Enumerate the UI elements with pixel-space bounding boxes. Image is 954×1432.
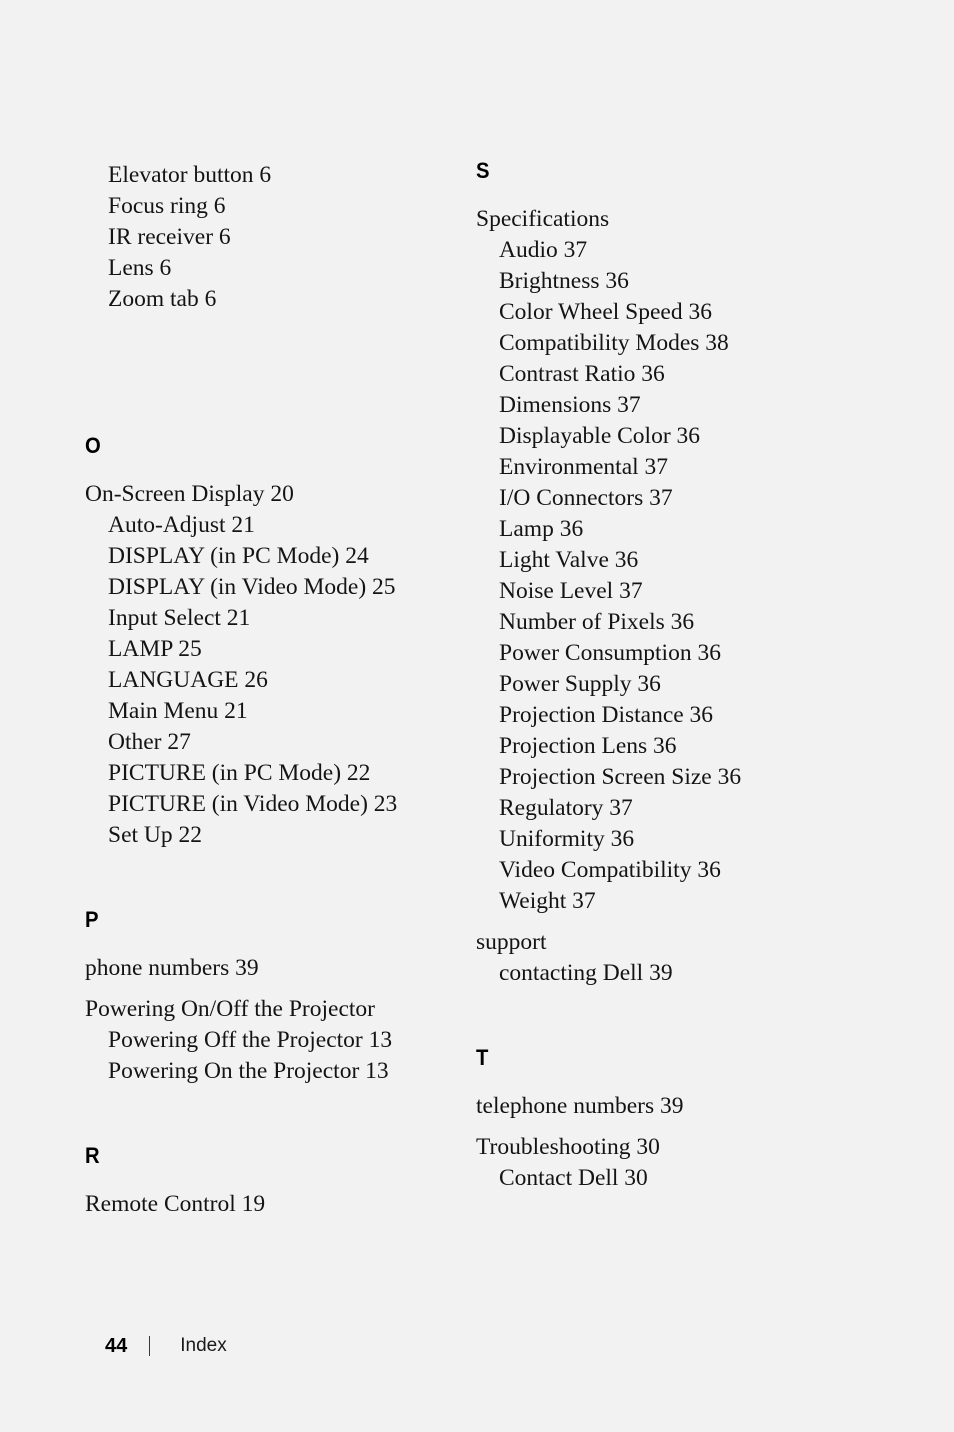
index-column-left: Elevator button 6 Focus ring 6 IR receiver… [85,160,455,1220]
index-subentry: DISPLAY (in Video Mode) 25 [108,574,396,600]
index-subentry: Input Select 21 [108,605,251,631]
index-subentry: DISPLAY (in PC Mode) 24 [108,543,369,569]
index-entry: telephone numbers 39 [476,1093,684,1119]
index-entry: On-Screen Display 20 [85,481,294,507]
index-subentry: Projection Screen Size 36 [499,764,742,790]
index-entry-group: support contacting Dell 39 [476,927,856,989]
index-subentry: Main Menu 21 [108,698,248,724]
index-subentry: Projection Lens 36 [499,733,677,759]
index-subentry: LAMP 25 [108,636,202,662]
index-subentry: Powering Off the Projector 13 [108,1027,393,1053]
index-entry-group: Specifications Audio 37 Brightness 36 Color… [476,204,856,917]
index-subentry: Brightness 36 [499,268,629,294]
index-subentry: Video Compatibility 36 [499,857,721,883]
section-letter-s: S [476,158,490,183]
index-entry: support [476,929,547,955]
index-entry-group: phone numbers 39 [85,953,455,984]
index-subentry: IR receiver 6 [108,224,231,250]
index-subentry: Focus ring 6 [108,193,226,219]
index-entry: Troubleshooting 30 [476,1134,660,1160]
section-letter-t: T [476,1045,489,1070]
index-entry: phone numbers 39 [85,955,259,981]
index-subentry: Set Up 22 [108,822,202,848]
section-letter-r: R [85,1143,100,1168]
index-subentry: PICTURE (in PC Mode) 22 [108,760,371,786]
index-entry: Remote Control 19 [85,1191,266,1217]
footer-divider [149,1336,151,1356]
index-subentry: Zoom tab 6 [108,286,217,312]
index-entry: Powering On/Off the Projector [85,996,375,1022]
index-subentry: Light Valve 36 [499,547,639,573]
section-letter-p: P [85,907,99,932]
section-letter-o: O [85,433,101,458]
index-subentry: Noise Level 37 [499,578,643,604]
index-subentry: Displayable Color 36 [499,423,701,449]
index-subentry: Contrast Ratio 36 [499,361,665,387]
index-entry-group: telephone numbers 39 [476,1091,856,1122]
index-subentry: LANGUAGE 26 [108,667,268,693]
index-subentry: Power Supply 36 [499,671,661,697]
index-entry-group: Powering On/Off the Projector Powering Of… [85,994,455,1087]
index-continued-group: Elevator button 6 Focus ring 6 IR receiver… [85,160,455,315]
footer-page-number: 44 [105,1335,128,1357]
index-subentry: Regulatory 37 [499,795,633,821]
index-subentry: PICTURE (in Video Mode) 23 [108,791,398,817]
page-footer: 44 Index [105,1334,227,1358]
index-entry-group: Remote Control 19 [85,1189,455,1220]
index-entry-group: Troubleshooting 30 Contact Dell 30 [476,1132,856,1194]
index-subentry: Audio 37 [499,237,588,263]
index-subentry: Number of Pixels 36 [499,609,695,635]
index-subentry: Powering On the Projector 13 [108,1058,389,1084]
index-subentry: Compatibility Modes 38 [499,330,729,356]
index-subentry: Elevator button 6 [108,162,272,188]
index-subentry: Auto-Adjust 21 [108,512,255,538]
index-subentry: Contact Dell 30 [499,1165,648,1191]
index-subentry: Power Consumption 36 [499,640,721,666]
column-spacer [85,325,455,377]
index-subentry: Lens 6 [108,255,172,281]
index-subentry: Projection Distance 36 [499,702,714,728]
index-entry-group: On-Screen Display 20 Auto-Adjust 21 DISPLA… [85,479,455,851]
index-subentry: Weight 37 [499,888,596,914]
index-subentry: Other 27 [108,729,191,755]
index-subentry: Uniformity 36 [499,826,635,852]
index-entry: Specifications [476,206,610,232]
index-subentry: contacting Dell 39 [499,960,673,986]
index-subentry: Environmental 37 [499,454,669,480]
index-subentry: Color Wheel Speed 36 [499,299,712,325]
index-subentry: Lamp 36 [499,516,584,542]
index-column-right: S Specifications Audio 37 Brightness 36 Colo… [476,160,856,1194]
index-page: Elevator button 6 Focus ring 6 IR receiver… [0,0,954,1432]
index-subentry: I/O Connectors 37 [499,485,673,511]
index-subentry: Dimensions 37 [499,392,641,418]
footer-section-label: Index [180,1335,227,1356]
